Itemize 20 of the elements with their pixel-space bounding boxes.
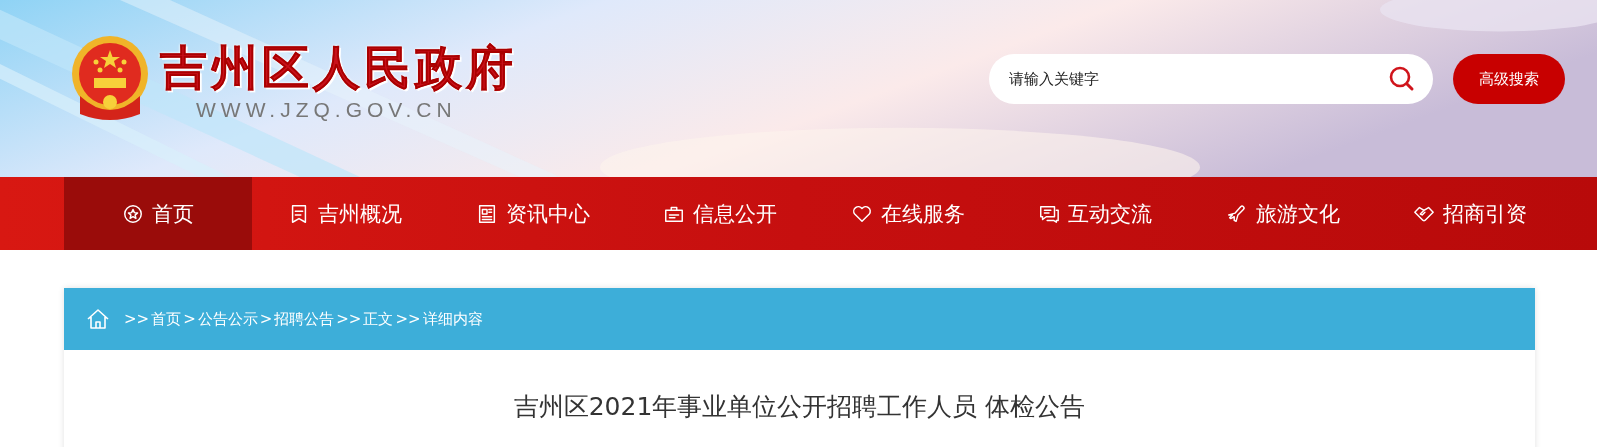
nav-item[interactable]: 旅游文化 bbox=[1189, 177, 1377, 250]
breadcrumb-separator: >> bbox=[124, 310, 150, 328]
site-title: 吉州区人民政府 bbox=[160, 42, 517, 94]
nav-item[interactable]: 招商引资 bbox=[1376, 177, 1564, 250]
article-title: 吉州区2021年事业单位公开招聘工作人员 体检公告 bbox=[512, 391, 1087, 423]
nav-item[interactable]: 吉州概况 bbox=[251, 177, 439, 250]
nav-item[interactable]: 在线服务 bbox=[814, 177, 1002, 250]
site-url: WWW.JZQ.GOV.CN bbox=[196, 98, 457, 122]
nav-item[interactable]: 信息公开 bbox=[626, 177, 814, 250]
search-field[interactable]: 请输入关键字 bbox=[989, 54, 1433, 104]
nav-item[interactable]: 互动交流 bbox=[1001, 177, 1189, 250]
nav-item[interactable]: 资讯中心 bbox=[439, 177, 627, 250]
breadcrumb-separator: > bbox=[259, 310, 273, 328]
breadcrumb-separator: >> bbox=[395, 310, 421, 328]
search-icon[interactable] bbox=[1389, 66, 1415, 92]
advanced-search-button[interactable]: 高级搜索 bbox=[1453, 54, 1565, 104]
nav-item[interactable]: 首页 bbox=[64, 177, 252, 250]
plane-icon bbox=[1225, 202, 1248, 225]
breadcrumb-separator: > bbox=[183, 310, 196, 328]
breadcrumb-separator: >> bbox=[336, 310, 362, 328]
